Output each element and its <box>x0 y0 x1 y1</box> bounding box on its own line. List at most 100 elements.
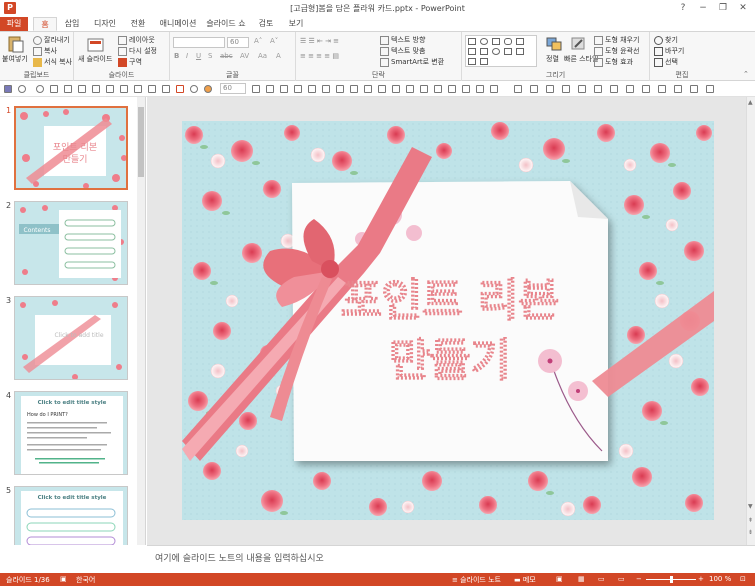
qat-item-9-icon[interactable] <box>280 85 288 93</box>
start-slideshow-icon[interactable] <box>50 85 58 93</box>
notes-pane[interactable]: 여기에 슬라이드 노트의 내용을 입력하십시오 <box>147 545 755 573</box>
qat-item-17-icon[interactable] <box>392 85 400 93</box>
scroll-up-icon[interactable]: ▲ <box>748 99 753 106</box>
tab-view[interactable]: 보기 <box>284 17 308 31</box>
editor-scrollbar[interactable]: ▲ ▼ ⇞ ⇟ <box>746 97 755 545</box>
tab-review[interactable]: 검토 <box>254 17 278 31</box>
qat-item-35-icon[interactable] <box>674 85 682 93</box>
qat-item-29-icon[interactable] <box>578 85 586 93</box>
copy-button[interactable]: 복사 <box>33 46 57 56</box>
shapes-gallery[interactable] <box>465 35 537 67</box>
qat-item-27-icon[interactable] <box>546 85 554 93</box>
format-painter-button[interactable]: 서식 복사 <box>33 57 72 67</box>
spacing-icon[interactable]: AV <box>240 52 249 60</box>
spellcheck-icon[interactable]: ▣ <box>60 575 67 583</box>
tab-home[interactable]: 홈 <box>33 17 57 31</box>
next-slide-icon[interactable]: ⇟ <box>748 529 753 536</box>
new-slide-button[interactable]: 새 슬라이드 <box>78 54 112 64</box>
tab-slideshow[interactable]: 슬라이드 쇼 <box>205 17 247 31</box>
slide-canvas[interactable]: 포인트 리본 만들기 <box>182 121 714 520</box>
bold-icon[interactable]: B <box>174 52 179 60</box>
qat-palette-icon[interactable] <box>204 85 212 93</box>
strikethrough-icon[interactable]: abc <box>220 52 233 60</box>
qat-color-icon[interactable] <box>176 85 184 93</box>
collapse-ribbon-icon[interactable]: ⌃ <box>743 70 749 78</box>
qat-item-30-icon[interactable] <box>594 85 602 93</box>
qat-shape-3-icon[interactable] <box>92 85 100 93</box>
qat-shape-4-icon[interactable] <box>106 85 114 93</box>
qat-item-36-icon[interactable] <box>690 85 698 93</box>
qat-item-33-icon[interactable] <box>642 85 650 93</box>
qat-shape-6-icon[interactable] <box>134 85 142 93</box>
underline-icon[interactable]: U <box>196 52 201 60</box>
zoom-level[interactable]: 100 % <box>709 575 731 583</box>
qat-item-19-icon[interactable] <box>420 85 428 93</box>
qat-item-32-icon[interactable] <box>626 85 634 93</box>
redo-icon[interactable] <box>36 85 44 93</box>
qat-shrink-icon[interactable] <box>266 85 274 93</box>
slide-title-line2[interactable]: 만들기 <box>388 334 511 387</box>
slide-title-line1[interactable]: 포인트 리본 <box>340 274 560 327</box>
shape-fill-button[interactable]: 도형 채우기 <box>594 35 639 45</box>
qat-item-14-icon[interactable] <box>350 85 358 93</box>
prev-slide-icon[interactable]: ⇞ <box>748 517 753 524</box>
qat-item-20-icon[interactable] <box>434 85 442 93</box>
tab-transitions[interactable]: 전환 <box>126 17 150 31</box>
qat-shape-7-icon[interactable] <box>148 85 156 93</box>
shrink-font-icon[interactable]: A˅ <box>270 37 278 45</box>
cut-button[interactable]: 잘라내기 <box>33 35 70 45</box>
qat-font-size-field[interactable]: 60 <box>220 83 246 94</box>
shadow-icon[interactable]: S <box>208 52 212 60</box>
grow-font-icon[interactable]: A˄ <box>254 37 262 45</box>
tab-animations[interactable]: 애니메이션 <box>157 17 199 31</box>
close-button[interactable]: ✕ <box>736 1 750 15</box>
qat-color-2-icon[interactable] <box>190 85 198 93</box>
qat-item-31-icon[interactable] <box>610 85 618 93</box>
qat-shape-5-icon[interactable] <box>120 85 128 93</box>
qat-item-16-icon[interactable] <box>378 85 386 93</box>
smartart-button[interactable]: SmartArt로 변환 <box>380 57 444 67</box>
shape-outline-button[interactable]: 도형 윤곽선 <box>594 46 639 56</box>
scroll-down-icon[interactable]: ▼ <box>748 503 753 510</box>
case-icon[interactable]: Aa <box>258 52 267 60</box>
reset-button[interactable]: 다시 설정 <box>118 46 157 56</box>
qat-item-18-icon[interactable] <box>406 85 414 93</box>
slide-thumbnail-4[interactable]: Click to edit title style How do I PRINT… <box>14 391 128 475</box>
tab-insert[interactable]: 삽입 <box>60 17 84 31</box>
qat-item-23-icon[interactable] <box>476 85 484 93</box>
undo-icon[interactable] <box>18 85 26 93</box>
qat-item-24-icon[interactable] <box>490 85 498 93</box>
qat-item-37-icon[interactable] <box>706 85 714 93</box>
minimize-button[interactable]: − <box>696 1 710 15</box>
font-color-icon[interactable]: A <box>276 52 281 60</box>
slide-sorter-icon[interactable]: ▦ <box>578 575 585 583</box>
slide-thumbnail-2[interactable]: Contents <box>14 201 128 285</box>
align-text-button[interactable]: 텍스트 맞춤 <box>380 46 425 56</box>
layout-button[interactable]: 레이아웃 <box>118 35 155 45</box>
qat-shape-1-icon[interactable] <box>64 85 72 93</box>
zoom-slider-thumb[interactable] <box>670 576 673 583</box>
qat-item-25-icon[interactable] <box>514 85 522 93</box>
arrange-button[interactable]: 정렬 <box>546 54 559 64</box>
font-name-field[interactable] <box>173 37 225 48</box>
thumbnail-scroll-thumb[interactable] <box>138 107 144 177</box>
qat-item-34-icon[interactable] <box>658 85 666 93</box>
slide-thumbnail-1[interactable]: 포인트 리본 만들기 <box>14 106 128 190</box>
qat-item-21-icon[interactable] <box>448 85 456 93</box>
zoom-out-icon[interactable]: − <box>636 575 642 583</box>
notes-toggle[interactable]: ≡ 슬라이드 노트 <box>452 575 501 585</box>
qat-shape-8-icon[interactable] <box>162 85 170 93</box>
qat-item-12-icon[interactable] <box>322 85 330 93</box>
slideshow-view-icon[interactable]: ▭ <box>618 575 625 583</box>
font-size-field[interactable]: 60 <box>227 37 249 48</box>
qat-shape-2-icon[interactable] <box>78 85 86 93</box>
replace-button[interactable]: 바꾸기 <box>654 46 684 56</box>
save-icon[interactable] <box>4 85 12 93</box>
help-button[interactable]: ? <box>676 1 690 15</box>
zoom-in-icon[interactable]: + <box>698 575 704 583</box>
tab-file[interactable]: 파일 <box>0 17 28 31</box>
qat-item-28-icon[interactable] <box>562 85 570 93</box>
qat-item-11-icon[interactable] <box>308 85 316 93</box>
qat-item-22-icon[interactable] <box>462 85 470 93</box>
qat-grow-icon[interactable] <box>252 85 260 93</box>
